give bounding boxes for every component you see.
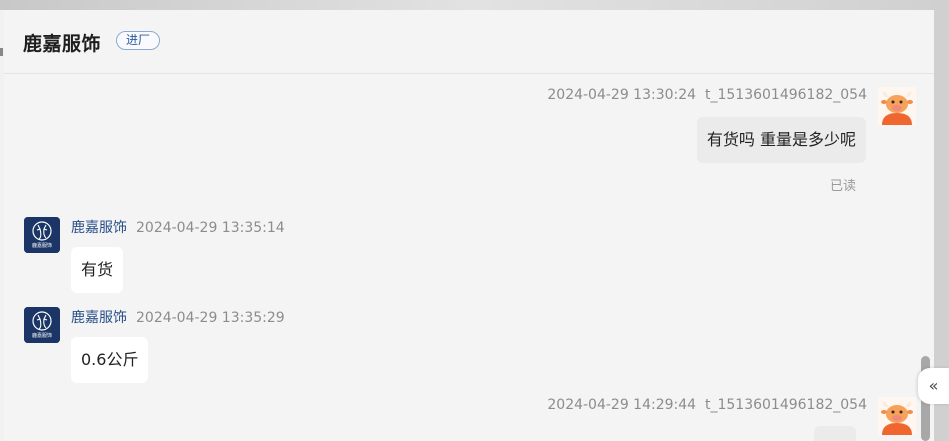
double-chevron-left-icon: « (928, 376, 939, 395)
message-sender: 鹿嘉服饰 (71, 220, 127, 236)
message-bubble[interactable]: 有货 (71, 247, 124, 293)
message-sender: t_1513601496182_054 (704, 87, 867, 103)
deer-logo-avatar-icon[interactable]: 鹿嘉服饰 (24, 307, 60, 343)
message-list[interactable]: 2024-04-29 13:30:24 t_1513601496182_054 (4, 74, 934, 441)
cartoon-cow-avatar-icon[interactable] (878, 87, 916, 125)
message-timestamp: 2024-04-29 13:35:14 (136, 220, 285, 236)
shop-status-tag[interactable]: 进厂 (116, 31, 161, 50)
message-sender: 鹿嘉服饰 (71, 310, 127, 326)
avatar-caption: 鹿嘉服饰 (31, 333, 52, 339)
message-meta: 鹿嘉服饰 2024-04-29 13:35:14 (71, 217, 285, 237)
message-bubble[interactable]: 有货吗 重量是多少呢 (696, 117, 866, 163)
shop-name-title: 鹿嘉服饰 (23, 33, 102, 55)
message-bubble[interactable] (814, 426, 856, 441)
message-timestamp: 2024-04-29 13:30:24 (547, 87, 697, 103)
collapse-panel-button[interactable]: « (918, 368, 949, 404)
edge-marker (0, 48, 3, 56)
cartoon-cow-avatar-icon[interactable] (878, 397, 916, 435)
message-sender: t_1513601496182_054 (704, 397, 867, 413)
chat-header: 鹿嘉服饰 进厂 (4, 10, 934, 74)
message-meta: 2024-04-29 13:30:24 t_1513601496182_054 (547, 87, 867, 103)
message-timestamp: 2024-04-29 13:35:29 (136, 310, 285, 326)
app-stage: 鹿嘉服饰 进厂 2024-04-29 13:30:24 t_1513601496… (0, 0, 949, 441)
message-meta: 鹿嘉服饰 2024-04-29 13:35:29 (71, 307, 285, 327)
chat-window: 鹿嘉服饰 进厂 2024-04-29 13:30:24 t_1513601496… (4, 10, 934, 441)
deer-logo-avatar-icon[interactable]: 鹿嘉服饰 (24, 217, 60, 253)
read-status: 已读 (829, 179, 856, 194)
message-meta: 2024-04-29 14:29:44 t_1513601496182_054 (547, 397, 867, 413)
avatar-caption: 鹿嘉服饰 (31, 243, 52, 249)
message-timestamp: 2024-04-29 14:29:44 (547, 397, 697, 413)
message-bubble[interactable]: 0.6公斤 (71, 337, 149, 383)
